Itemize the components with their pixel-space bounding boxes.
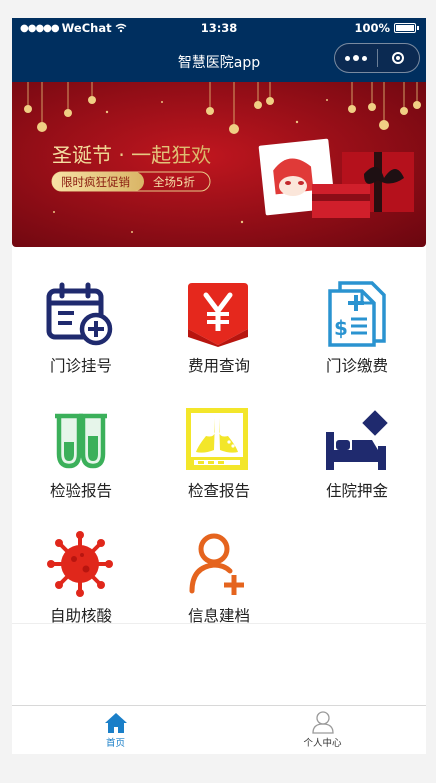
menu-label: 住院押金 [325, 482, 388, 500]
battery-percent: 100% [354, 21, 390, 35]
more-dots-icon [344, 55, 350, 61]
menu-item-deposit[interactable]: 住院押金 [288, 372, 426, 500]
tab-bar: 首页 个人中心 [12, 705, 426, 754]
menu-item-fee-query[interactable]: 费用查询 [150, 247, 288, 375]
virus-icon [46, 531, 114, 597]
yuan-icon [184, 281, 252, 347]
status-bar: ●●●●● WeChat 13:38 100% [12, 18, 426, 40]
menu-item-lab-report[interactable]: 检验报告 [12, 372, 150, 500]
close-target-icon [392, 52, 405, 64]
banner-image: 圣诞节 · 一起狂欢 限时疯狂促销 全场5折 [12, 82, 426, 247]
tab-home[interactable]: 首页 [12, 706, 219, 754]
banner-tag-left: 限时疯狂促销 [61, 175, 130, 189]
menu-item-profile-create[interactable]: 信息建档 [150, 497, 288, 625]
bill-add-icon: $ [322, 281, 390, 347]
battery-icon [394, 23, 419, 33]
mini-program-capsule [334, 43, 420, 73]
more-button[interactable] [335, 55, 377, 61]
content-blank-area [12, 623, 426, 706]
calendar-add-icon [46, 281, 114, 347]
nav-bar: 智慧医院app [12, 40, 426, 82]
lungs-icon [184, 406, 252, 472]
close-button[interactable] [377, 52, 419, 64]
promo-banner[interactable]: 圣诞节 · 一起狂欢 限时疯狂促销 全场5折 [12, 82, 426, 247]
phone-frame: ●●●●● WeChat 13:38 100% 智慧医院app 圣诞节 · 一起… [12, 18, 426, 754]
banner-tag-right: 全场5折 [153, 175, 195, 189]
user-icon [311, 711, 334, 734]
tab-home-label: 首页 [105, 738, 125, 749]
home-icon [104, 713, 127, 733]
test-tubes-icon [46, 406, 114, 472]
svg-text:$: $ [334, 316, 348, 340]
tab-profile[interactable]: 个人中心 [219, 706, 426, 754]
menu-item-register[interactable]: 门诊挂号 [12, 247, 150, 375]
hospital-bed-icon [322, 406, 390, 472]
user-add-icon [184, 531, 252, 597]
tab-profile-label: 个人中心 [303, 738, 342, 749]
service-grid: 门诊挂号 费用查询 $ 门诊缴费 检验报告 检查报告 住院押金 自助核酸 信息建… [12, 247, 426, 625]
menu-item-exam-report[interactable]: 检查报告 [150, 372, 288, 500]
menu-item-outpatient-pay[interactable]: $ 门诊缴费 [288, 247, 426, 375]
banner-title: 圣诞节 · 一起狂欢 [52, 143, 211, 167]
menu-item-nucleic-test[interactable]: 自助核酸 [12, 497, 150, 625]
